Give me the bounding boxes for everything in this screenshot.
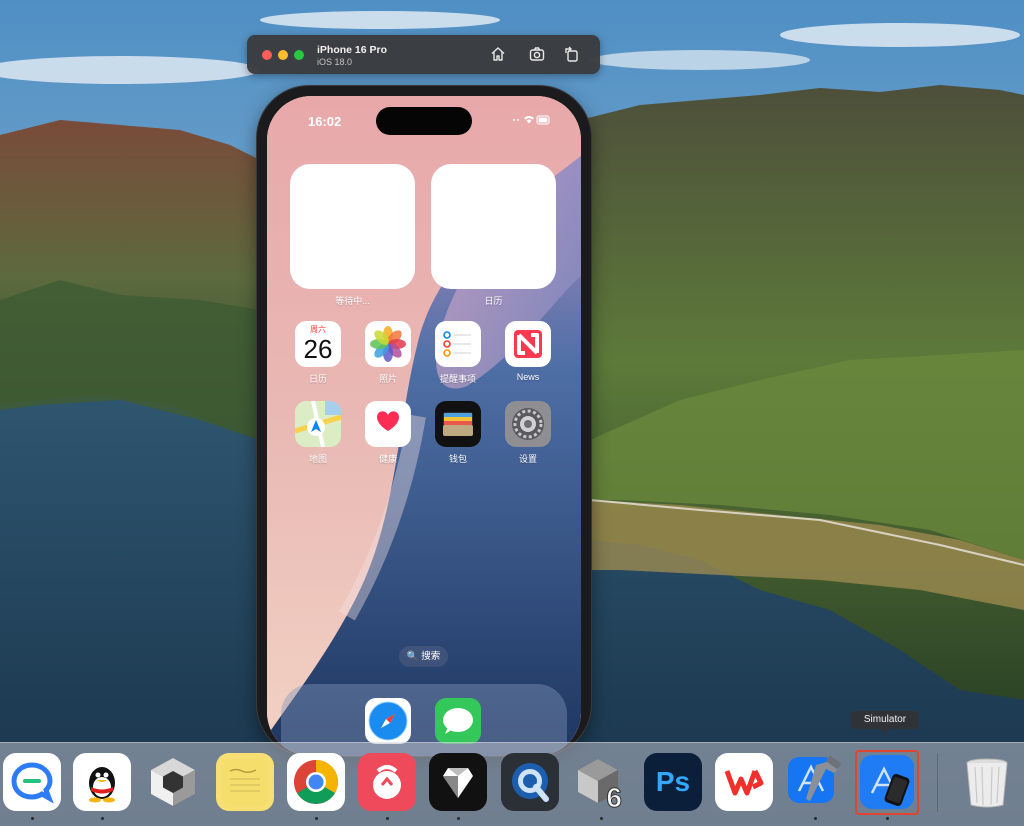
maps-icon bbox=[295, 401, 341, 447]
qq-icon[interactable] bbox=[73, 753, 131, 811]
app-label: 日历 bbox=[308, 374, 327, 384]
quicktime-icon[interactable] bbox=[501, 753, 559, 811]
trash-icon[interactable] bbox=[958, 753, 1016, 811]
app-label: 钱包 bbox=[448, 454, 467, 464]
app-label: 健康 bbox=[378, 454, 397, 464]
calendar-icon: 周六 26 bbox=[295, 321, 341, 367]
stickies-icon[interactable] bbox=[216, 753, 274, 811]
running-indicator bbox=[386, 817, 389, 820]
app-label: 照片 bbox=[378, 374, 397, 384]
health-icon bbox=[365, 401, 411, 447]
wallet-icon bbox=[435, 401, 481, 447]
spotlight-search-button[interactable]: 🔍 搜索 bbox=[399, 646, 448, 667]
rotate-icon[interactable] bbox=[563, 45, 581, 63]
status-time: 16:02 bbox=[308, 114, 342, 129]
settings-icon bbox=[505, 401, 551, 447]
mirror-app-icon[interactable] bbox=[429, 753, 487, 811]
window-minimize-button[interactable] bbox=[278, 50, 288, 60]
window-close-button[interactable] bbox=[262, 50, 272, 60]
running-indicator bbox=[457, 817, 460, 820]
running-indicator bbox=[814, 817, 817, 820]
waiting-widget[interactable] bbox=[290, 164, 415, 289]
running-indicator bbox=[101, 817, 104, 820]
dock-tooltip: Simulator bbox=[851, 711, 919, 734]
iphone-screen[interactable]: 16:02 等待中... 日历 周六 26 日历 照片 提醒事项 News 地图… bbox=[267, 96, 581, 756]
safari-icon[interactable] bbox=[365, 698, 411, 744]
unity-version-label: 6 bbox=[606, 782, 622, 811]
screenshot-icon[interactable] bbox=[528, 45, 546, 63]
app-news[interactable]: News bbox=[498, 321, 558, 382]
simulator-toolbar: iPhone 16 Pro iOS 18.0 bbox=[247, 35, 600, 74]
tencent-meeting-icon[interactable] bbox=[3, 753, 61, 811]
app-photos[interactable]: 照片 bbox=[358, 321, 418, 385]
chrome-icon[interactable] bbox=[287, 753, 345, 811]
widget-label: 日历 bbox=[484, 296, 503, 306]
os-version: iOS 18.0 bbox=[317, 57, 353, 67]
baidu-netdisk-icon[interactable] bbox=[358, 753, 416, 811]
reminders-icon bbox=[435, 321, 481, 367]
simulator-highlight bbox=[855, 750, 919, 815]
photoshop-label: Ps bbox=[655, 766, 691, 797]
wifi-icon bbox=[524, 116, 534, 124]
signal-icon bbox=[512, 118, 520, 122]
news-icon bbox=[505, 321, 551, 367]
messages-icon[interactable] bbox=[435, 698, 481, 744]
app-health[interactable]: 健康 bbox=[358, 401, 418, 465]
calendar-date: 26 bbox=[303, 334, 333, 364]
window-zoom-button[interactable] bbox=[294, 50, 304, 60]
app-label: 提醒事项 bbox=[439, 374, 476, 384]
photos-icon bbox=[365, 321, 411, 367]
running-indicator bbox=[31, 817, 34, 820]
app-label: 地图 bbox=[308, 454, 327, 464]
app-calendar[interactable]: 周六 26 日历 bbox=[288, 321, 348, 385]
unity-hub-icon[interactable] bbox=[144, 753, 202, 811]
app-maps[interactable]: 地图 bbox=[288, 401, 348, 465]
wps-office-icon[interactable] bbox=[715, 753, 773, 811]
app-label: 设置 bbox=[518, 454, 537, 464]
status-icons bbox=[512, 115, 550, 125]
home-icon[interactable] bbox=[489, 45, 507, 63]
dynamic-island bbox=[376, 107, 472, 135]
photoshop-icon[interactable]: Ps bbox=[644, 753, 702, 811]
app-label: News bbox=[516, 372, 540, 382]
running-indicator bbox=[315, 817, 318, 820]
calendar-widget[interactable] bbox=[431, 164, 556, 289]
app-reminders[interactable]: 提醒事项 bbox=[428, 321, 488, 385]
battery-icon bbox=[536, 115, 550, 125]
device-name: iPhone 16 Pro bbox=[317, 44, 388, 56]
unity-6-icon[interactable]: 6 bbox=[572, 753, 630, 811]
widget-label: 等待中... bbox=[335, 296, 370, 306]
dock-separator bbox=[937, 754, 938, 812]
xcode-icon[interactable] bbox=[786, 753, 844, 811]
app-settings[interactable]: 设置 bbox=[498, 401, 558, 465]
running-indicator bbox=[600, 817, 603, 820]
running-indicator bbox=[886, 817, 889, 820]
app-wallet[interactable]: 钱包 bbox=[428, 401, 488, 465]
